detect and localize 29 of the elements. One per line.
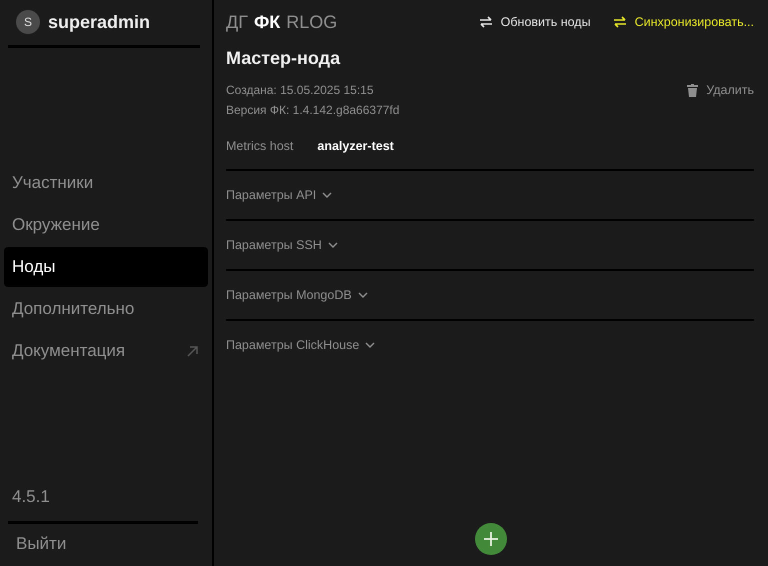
user-name: superadmin xyxy=(48,12,150,32)
sync-button[interactable]: Обновить ноды xyxy=(478,15,591,29)
logout-link[interactable]: Выйти xyxy=(8,521,198,566)
swap-icon xyxy=(612,16,627,28)
nav-item[interactable]: Документация xyxy=(4,331,208,371)
add-button[interactable] xyxy=(475,523,507,555)
app-version: 4.5.1 xyxy=(11,487,51,508)
tab[interactable]: ФК xyxy=(254,12,280,32)
node-title: Мастер-нода xyxy=(226,48,342,69)
section-toggle[interactable]: Параметры ClickHouse xyxy=(226,338,376,352)
nav-item[interactable]: Участники xyxy=(4,163,208,203)
metrics-value: analyzer-test xyxy=(317,139,394,153)
nav-item[interactable]: Окружение xyxy=(4,205,208,245)
tab[interactable]: ДГ xyxy=(226,12,248,32)
metrics-label: Metrics host xyxy=(226,139,294,153)
trash-icon xyxy=(687,84,698,96)
tab[interactable]: RLOG xyxy=(286,12,338,32)
sync-button[interactable]: Синхронизировать... xyxy=(612,15,754,29)
plus-icon xyxy=(484,532,498,546)
user-avatar: S xyxy=(16,10,40,34)
nav-item[interactable]: Дополнительно xyxy=(4,289,208,329)
section-toggle[interactable]: Параметры MongoDB xyxy=(226,288,368,302)
section-toggle[interactable]: Параметры SSH xyxy=(226,238,338,252)
created-date: Создана: 15.05.2025 15:15 xyxy=(226,83,375,97)
version-text: Версия ФК: 1.4.142.g8a66377fd xyxy=(226,103,400,117)
swap-icon xyxy=(478,16,493,28)
delete-button[interactable]: Удалить xyxy=(687,83,754,97)
section-toggle[interactable]: Параметры API xyxy=(226,188,332,202)
nav-item[interactable]: Ноды xyxy=(4,247,208,287)
